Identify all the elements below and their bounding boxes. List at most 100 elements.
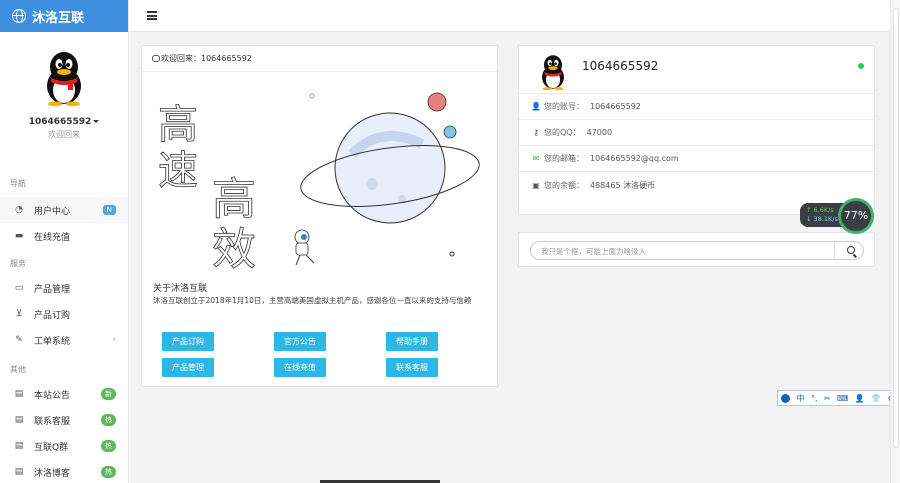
art-word-gao: 高: [158, 102, 198, 148]
sidebar-item-label: 工单系统: [34, 336, 71, 347]
keyboard-icon[interactable]: ⌨: [837, 394, 849, 403]
account-name: 1064665592: [582, 59, 659, 73]
user-icon[interactable]: 👤: [855, 394, 865, 403]
balance-row: ▣ 您的余额： 488465 沐洛硬币: [519, 172, 874, 198]
search-input[interactable]: [541, 245, 831, 257]
about-title: 关于沐洛互联: [153, 284, 208, 294]
card-icon: ▬: [14, 231, 24, 241]
qq-row: ⚷ 您的QQ： 47000: [519, 120, 874, 146]
account-avatar: [542, 55, 564, 90]
row-value: 47000: [586, 128, 613, 137]
sidebar-item-blog[interactable]: ▤ 沐洛博客 热: [0, 459, 128, 483]
row-label: 您的邮箱：: [544, 154, 584, 163]
user-icon: 👤: [531, 102, 541, 111]
sidebar-item-label: 产品管理: [34, 284, 71, 295]
sidebar-item-contact[interactable]: ▤ 联系客服 热: [0, 407, 128, 433]
hot-badge: 热: [101, 414, 116, 426]
new-badge: 新: [101, 388, 116, 400]
product-manage-button[interactable]: 产品管理: [162, 358, 214, 377]
ime-mode[interactable]: 中: [797, 393, 805, 404]
scrollbar-thumb[interactable]: [893, 8, 899, 448]
chevron-right-icon: ›: [112, 335, 116, 345]
ime-toolbar[interactable]: 中 °, ✂ ⌨ 👤 👕 ⚙: [777, 390, 899, 406]
nav-section-title: 服务: [10, 259, 26, 268]
search-divider: [834, 242, 835, 259]
search-icon[interactable]: [847, 246, 855, 254]
avatar[interactable]: [40, 50, 88, 107]
network-speed-widget[interactable]: ↑ 6.6K/s ↓ 38.1K/s 77%: [800, 198, 876, 234]
sidebar-item-product-order[interactable]: ⊻ 产品订购: [0, 301, 128, 327]
nav-section-title: 其他: [10, 365, 26, 374]
announcement-button[interactable]: 官方公告: [274, 332, 326, 351]
chat-icon: [152, 55, 160, 62]
menu-toggle-icon[interactable]: [147, 11, 157, 20]
document-icon: ▤: [14, 441, 24, 451]
sidebar-item-qq-group[interactable]: ▤ 互联Q群 热: [0, 433, 128, 459]
email-row: ✉ 您的邮箱： 1064665592@qq.com: [519, 146, 874, 172]
nav-section-other: 其他 ▤ 本站公告 新 ▤ 联系客服 热 ▤ 互联Q群 热 ▤ 沐洛博客 热: [0, 363, 128, 483]
key-icon: ⚷: [533, 128, 539, 137]
ime-logo-icon[interactable]: [781, 393, 791, 403]
document-icon: ▤: [14, 415, 24, 425]
about-text: 沐洛互联创立于2018年1月10日，主营高端美国虚拟主机产品，感谢各位一直以来的…: [153, 296, 472, 305]
welcome-card: 欢迎回来：1064665592 高 速 高 效 关于沐洛互联 沐洛互联创立于20…: [141, 45, 498, 387]
row-label: 您的账号：: [544, 102, 584, 111]
planet-illustration: 高 速 高 效: [158, 92, 480, 275]
art-word-gao-2: 高: [212, 174, 256, 225]
inbox-icon: ▭: [14, 283, 24, 293]
welcome-card-header: 欢迎回来：1064665592: [142, 46, 497, 72]
art-word-su: 速: [158, 148, 198, 194]
sidebar-item-label: 互联Q群: [34, 442, 69, 453]
punctuation-icon[interactable]: °,: [811, 394, 818, 403]
account-header: 1064665592: [519, 46, 874, 94]
username-dropdown[interactable]: 1064665592: [0, 117, 128, 127]
username: 1064665592: [28, 117, 92, 127]
help-manual-button[interactable]: 帮助手册: [386, 332, 438, 351]
row-value: 488465 沐洛硬币: [590, 180, 656, 190]
sidebar: 沐洛互联 1064665592 欢迎回来 导航 ◔ 用户中心 N ▬ 在线充值 …: [0, 0, 129, 483]
sidebar-item-user-center[interactable]: ◔ 用户中心 N: [0, 197, 128, 223]
online-status-dot: [858, 63, 864, 69]
welcome-header-text: 欢迎回来：1064665592: [161, 54, 252, 63]
edit-icon: ✎: [15, 335, 23, 345]
row-label: 您的余额：: [544, 180, 584, 190]
mail-icon: ✉: [532, 154, 540, 163]
sidebar-item-recharge[interactable]: ▬ 在线充值: [0, 223, 128, 249]
brand-name: 沐洛互联: [32, 10, 85, 26]
sidebar-item-product-manage[interactable]: ▭ 产品管理: [0, 275, 128, 301]
nav-section-service: 服务 ▭ 产品管理 ⊻ 产品订购 ✎ 工单系统 ›: [0, 257, 128, 353]
nav-section-main: 导航 ◔ 用户中心 N ▬ 在线充值: [0, 177, 128, 249]
row-value: 1064665592@qq.com: [590, 154, 679, 163]
sidebar-item-label: 联系客服: [34, 416, 71, 427]
product-order-button[interactable]: 产品订购: [162, 332, 214, 351]
globe-icon: [12, 9, 26, 23]
dashboard-icon: ◔: [15, 205, 23, 215]
money-icon: ▣: [532, 180, 540, 190]
search-card: [518, 232, 875, 267]
top-bar: [129, 0, 890, 32]
profile: 1064665592 欢迎回来: [0, 32, 128, 140]
art-word-xiao: 效: [212, 224, 256, 275]
memory-percent-ring: 77%: [838, 198, 874, 234]
sidebar-item-label: 沐洛博客: [34, 468, 71, 479]
page-scrollbar[interactable]: [890, 0, 900, 483]
hot-badge: 热: [101, 466, 116, 478]
sidebar-item-label: 本站公告: [34, 390, 71, 401]
row-label: 您的QQ：: [544, 128, 581, 137]
account-row: 👤 您的账号： 1064665592: [519, 94, 874, 120]
shirt-icon[interactable]: 👕: [871, 394, 881, 403]
welcome-text: 欢迎回来: [48, 130, 80, 139]
recharge-button[interactable]: 在线充值: [274, 358, 326, 377]
contact-support-button[interactable]: 联系客服: [386, 358, 438, 377]
document-icon: ▤: [14, 467, 24, 477]
cart-icon: ⊻: [15, 309, 23, 319]
search-box: [530, 241, 864, 260]
nav-section-title: 导航: [10, 179, 26, 188]
sidebar-item-label: 用户中心: [34, 206, 71, 217]
sidebar-item-label: 产品订购: [34, 310, 71, 321]
brand-header[interactable]: 沐洛互联: [0, 0, 128, 32]
document-icon: ▤: [14, 389, 24, 399]
sidebar-item-ticket[interactable]: ✎ 工单系统 ›: [0, 327, 128, 353]
sidebar-item-notice[interactable]: ▤ 本站公告 新: [0, 381, 128, 407]
scissors-icon[interactable]: ✂: [824, 394, 831, 403]
